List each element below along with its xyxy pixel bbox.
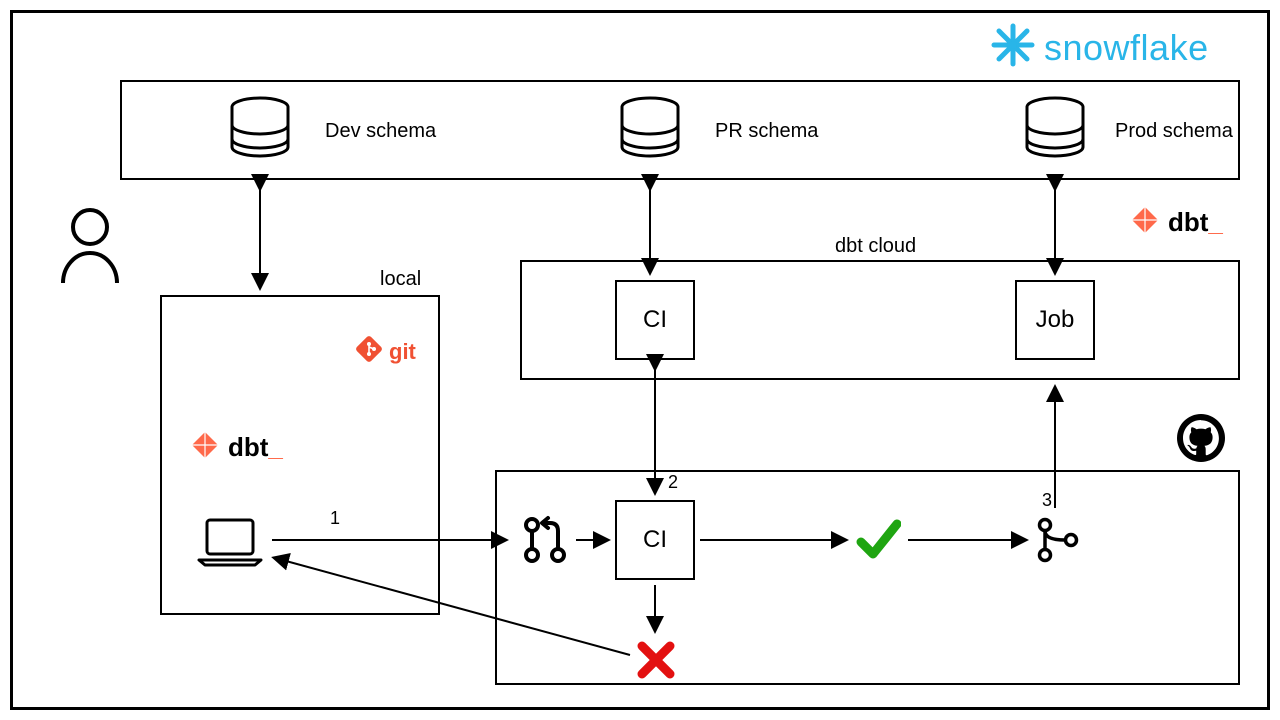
local-label: local <box>380 268 421 291</box>
job-box: Job <box>1015 280 1095 360</box>
dbt-cloud-label: dbt cloud <box>835 235 916 258</box>
user-icon <box>55 205 125 290</box>
dbt-local-text: dbt_ <box>228 432 283 463</box>
git-icon <box>355 335 383 368</box>
step-1-label: 1 <box>330 508 340 529</box>
dev-schema-label: Dev schema <box>325 120 436 143</box>
ci-cloud-box: CI <box>615 280 695 360</box>
dbt-local-logo: dbt_ <box>190 430 283 465</box>
dbt-icon <box>190 430 220 465</box>
github-container <box>495 470 1240 685</box>
job-text: Job <box>1036 306 1075 334</box>
laptop-icon <box>195 515 265 575</box>
pr-schema-label: PR schema <box>715 120 818 143</box>
git-text: git <box>389 339 416 365</box>
snowflake-logo: snowflake <box>990 22 1209 73</box>
db-pr-icon <box>615 95 685 170</box>
dbt-cloud-icon <box>1130 205 1160 240</box>
github-icon <box>1175 412 1227 469</box>
cross-icon <box>636 640 676 685</box>
step-3-label: 3 <box>1042 490 1052 511</box>
ci-cloud-text: CI <box>643 306 667 334</box>
merge-icon <box>1035 516 1079 569</box>
check-icon <box>855 516 901 567</box>
snowflake-text: snowflake <box>1044 27 1209 69</box>
git-logo: git <box>355 335 416 368</box>
snowflake-icon <box>990 22 1036 73</box>
pull-request-icon <box>520 515 570 570</box>
step-2-label: 2 <box>668 472 678 493</box>
prod-schema-label: Prod schema <box>1115 120 1233 143</box>
ci-github-text: CI <box>643 526 667 554</box>
dbt-cloud-logo: dbt_ <box>1130 205 1223 240</box>
dbt-cloud-text: dbt_ <box>1168 207 1223 238</box>
db-prod-icon <box>1020 95 1090 170</box>
ci-github-box: CI <box>615 500 695 580</box>
db-dev-icon <box>225 95 295 170</box>
